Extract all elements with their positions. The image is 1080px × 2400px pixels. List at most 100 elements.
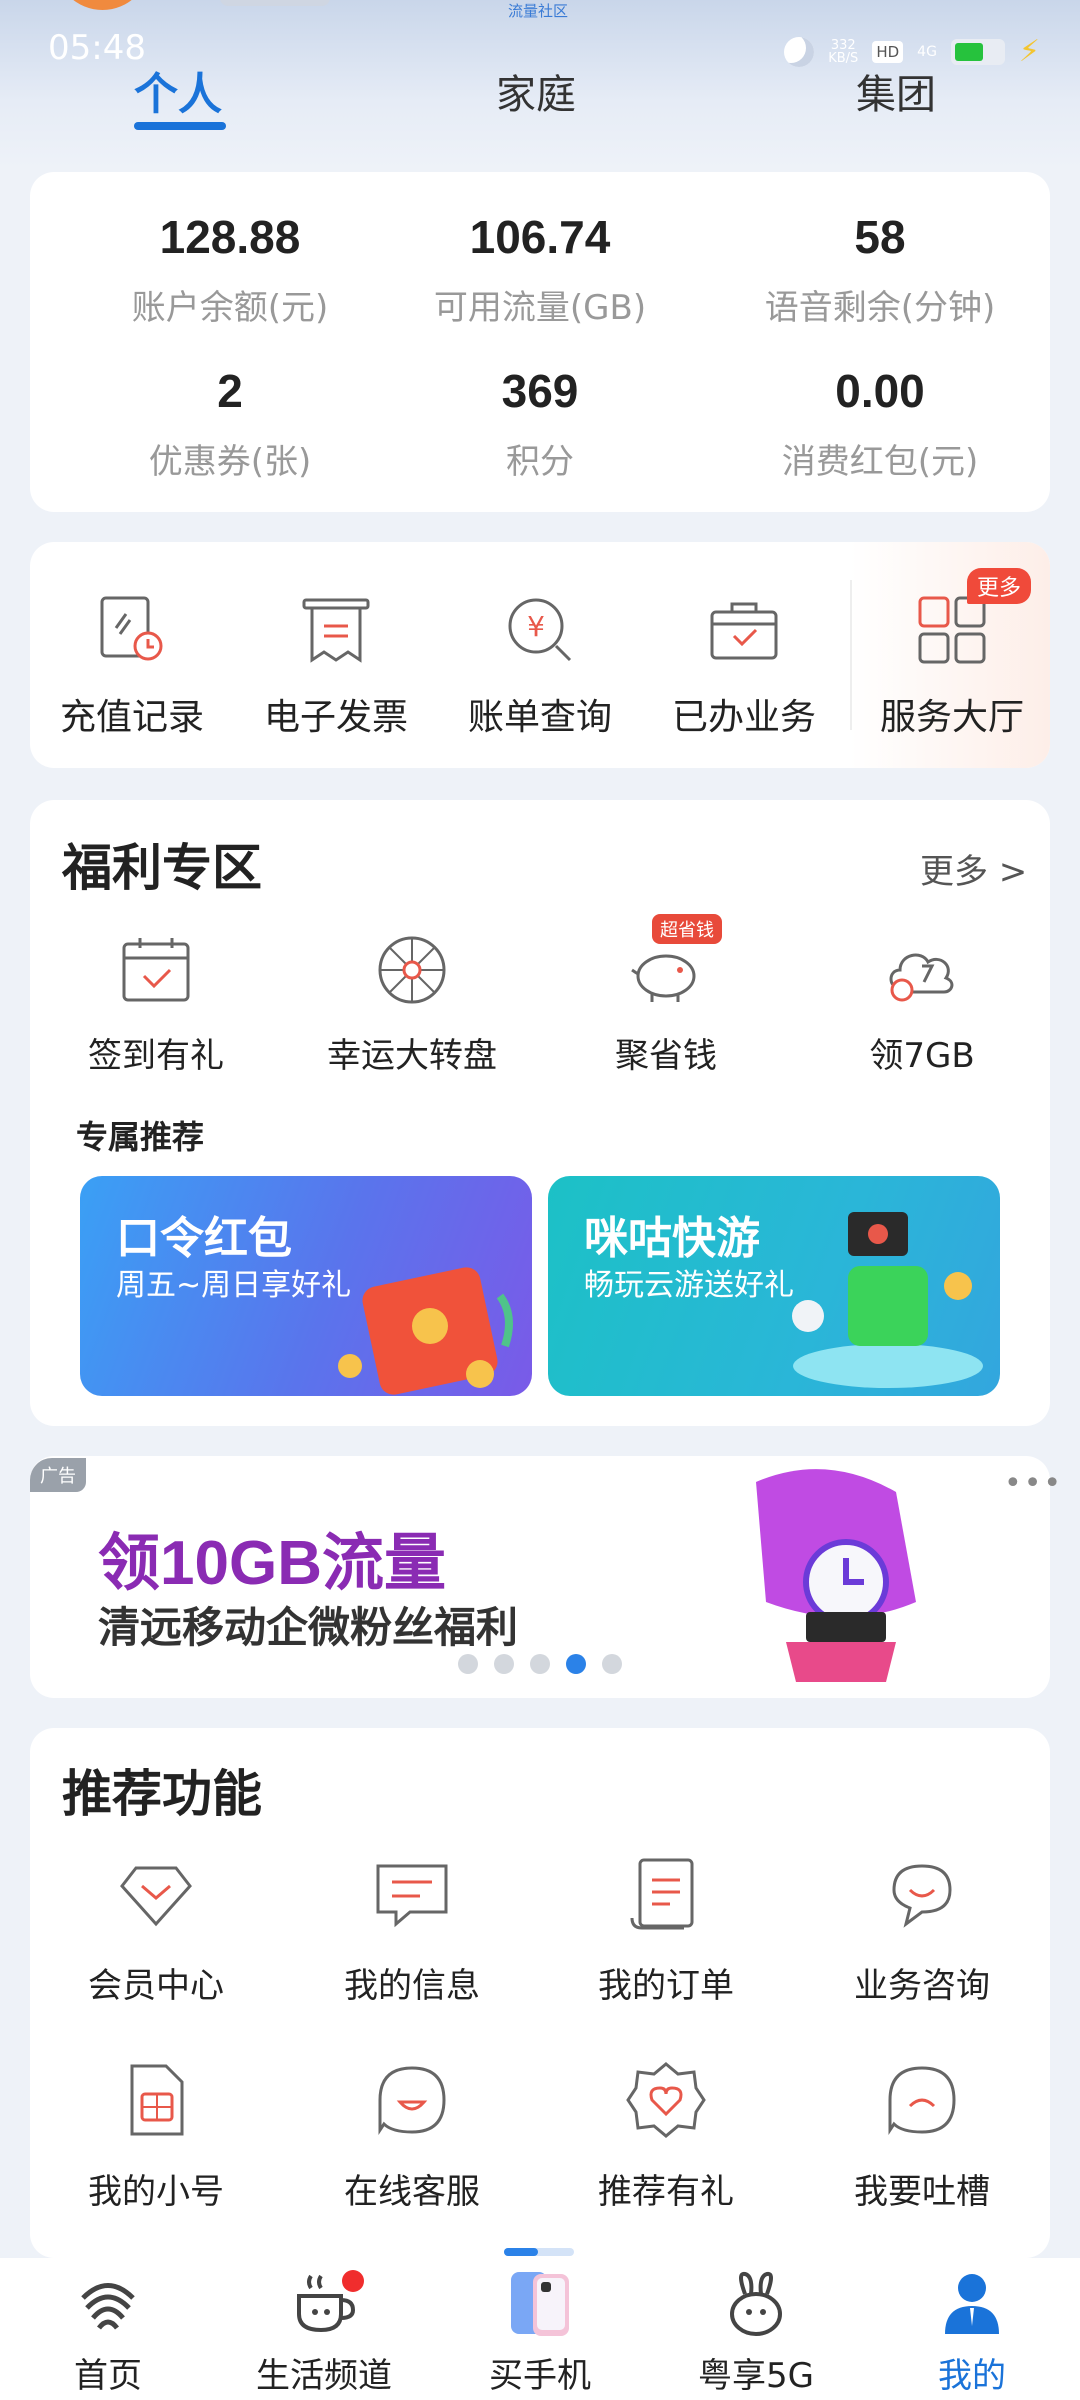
welfare-more-link[interactable]: 更多 > xyxy=(920,844,1027,893)
game-platform-illustration xyxy=(792,1212,983,1388)
rec-label: 我要吐槽 xyxy=(854,2172,990,2212)
welfare-title: 福利专区 xyxy=(62,839,262,897)
quick-action-label: 已办业务 xyxy=(671,697,816,738)
heart-badge-icon xyxy=(624,2058,708,2142)
carousel-dot[interactable] xyxy=(494,1654,514,1674)
stat-coupons[interactable]: 2 优惠券(张) xyxy=(80,364,380,483)
more-options-icon[interactable]: ••• xyxy=(1004,1466,1063,1501)
nav-label: 首页 xyxy=(74,2356,142,2396)
welfare-item-checkin[interactable]: 签到有礼 xyxy=(46,930,266,1077)
stat-points[interactable]: 369 积分 xyxy=(390,364,690,483)
briefcase-icon xyxy=(706,592,782,668)
page-indicator xyxy=(504,2248,574,2256)
rabbit-icon xyxy=(721,2268,791,2338)
quick-action-bill-query[interactable]: ¥ 账单查询 xyxy=(440,592,640,740)
carousel-dot-active[interactable] xyxy=(566,1654,586,1674)
china-mobile-logo-icon xyxy=(73,2268,143,2338)
invoice-icon xyxy=(298,592,374,668)
quick-action-label: 服务大厅 xyxy=(879,697,1024,738)
quick-action-label: 账单查询 xyxy=(467,697,612,738)
welfare-label: 领7GB xyxy=(869,1036,975,1076)
rec-business-consult[interactable]: 业务咨询 xyxy=(812,1852,1032,2007)
rec-my-orders[interactable]: 我的订单 xyxy=(556,1852,776,2007)
member-diamond-icon xyxy=(114,1852,198,1936)
rec-label: 推荐有礼 xyxy=(598,2172,734,2212)
stat-label: 消费红包(元) xyxy=(781,442,979,482)
account-type-tabs: 个人 家庭 集团 xyxy=(0,58,1080,138)
stat-balance[interactable]: 128.88 账户余额(元) xyxy=(80,210,380,329)
phone-icon xyxy=(505,2268,575,2338)
welfare-label: 幸运大转盘 xyxy=(327,1036,497,1076)
header-pill xyxy=(220,0,330,6)
exclusive-title: 专属推荐 xyxy=(76,1118,205,1156)
stat-red-packet[interactable]: 0.00 消费红包(元) xyxy=(730,364,1030,483)
quick-action-label: 电子发票 xyxy=(263,697,408,738)
carousel-dot[interactable] xyxy=(530,1654,550,1674)
rec-my-sub-number[interactable]: 我的小号 xyxy=(46,2058,266,2213)
quick-action-completed-business[interactable]: 已办业务 xyxy=(644,592,844,740)
calendar-check-icon xyxy=(116,930,196,1010)
rec-online-service[interactable]: 在线客服 xyxy=(302,2058,522,2213)
carousel-dot[interactable] xyxy=(602,1654,622,1674)
recharge-record-icon xyxy=(94,592,170,668)
welfare-item-7gb[interactable]: 领7GB xyxy=(812,930,1032,1077)
banner-red-packet[interactable]: 口令红包 周五~周日享好礼 xyxy=(80,1176,532,1396)
quick-action-recharge-record[interactable]: 充值记录 xyxy=(32,592,232,740)
welfare-label: 签到有礼 xyxy=(88,1036,224,1076)
bottom-nav: 首页 生活频道 买手机 粤享5G 我的 xyxy=(0,2258,1080,2400)
stat-label: 语音剩余(分钟) xyxy=(764,288,996,328)
order-icon xyxy=(624,1852,708,1936)
tab-family[interactable]: 家庭 xyxy=(496,62,576,120)
carousel-dot[interactable] xyxy=(458,1654,478,1674)
rec-my-messages[interactable]: 我的信息 xyxy=(302,1852,522,2007)
tab-personal[interactable]: 个人 xyxy=(134,58,222,122)
banner-migu-games[interactable]: 咪咕快游 畅玩云游送好礼 xyxy=(548,1176,1000,1396)
complaint-icon xyxy=(880,2058,964,2142)
stat-value: 369 xyxy=(501,365,579,417)
quick-action-invoice[interactable]: 电子发票 xyxy=(236,592,436,740)
community-label[interactable]: 流量社区 xyxy=(508,0,568,21)
stat-label: 积分 xyxy=(506,442,574,482)
ad-carousel-dots xyxy=(458,1654,622,1674)
quick-action-label: 充值记录 xyxy=(59,697,204,738)
nav-label: 粤享5G xyxy=(698,2356,814,2396)
more-badge: 更多 xyxy=(967,568,1032,604)
recommended-title: 推荐功能 xyxy=(62,1765,262,1823)
stat-data[interactable]: 106.74 可用流量(GB) xyxy=(390,210,690,329)
quick-action-service-hall[interactable]: 服务大厅 xyxy=(852,592,1052,740)
nav-buy-phone[interactable]: 买手机 xyxy=(440,2268,640,2397)
consult-icon xyxy=(880,1852,964,1936)
banner-subtitle: 畅玩云游送好礼 xyxy=(584,1268,794,1303)
ad-tag: 广告 xyxy=(30,1458,86,1492)
stat-value: 58 xyxy=(854,211,906,263)
ad-subtitle: 清远移动企微粉丝福利 xyxy=(98,1603,519,1652)
stat-value: 128.88 xyxy=(159,211,301,263)
stat-value: 2 xyxy=(217,365,243,417)
tab-group[interactable]: 集团 xyxy=(856,62,936,120)
shopping-illustration xyxy=(756,1469,916,1682)
stat-label: 优惠券(张) xyxy=(148,442,312,482)
stat-value: 106.74 xyxy=(469,211,611,263)
rec-label: 我的订单 xyxy=(598,1966,734,2006)
svg-text:¥: ¥ xyxy=(527,610,545,643)
nav-5g[interactable]: 粤享5G xyxy=(656,2268,856,2397)
nav-label: 我的 xyxy=(938,2356,1006,2396)
welfare-item-save-money[interactable]: 聚省钱 xyxy=(556,930,776,1077)
rec-label: 业务咨询 xyxy=(854,1966,990,2006)
welfare-item-lucky-wheel[interactable]: 幸运大转盘 xyxy=(302,930,522,1077)
stat-voice[interactable]: 58 语音剩余(分钟) xyxy=(730,210,1030,329)
nav-home[interactable]: 首页 xyxy=(8,2268,208,2397)
stat-value: 0.00 xyxy=(835,365,925,417)
ad-title: 领10GB流量 xyxy=(98,1529,446,1598)
stat-label: 可用流量(GB) xyxy=(433,288,647,328)
rec-label: 我的信息 xyxy=(344,1966,480,2006)
rec-referral-gift[interactable]: 推荐有礼 xyxy=(556,2058,776,2213)
nav-mine[interactable]: 我的 xyxy=(872,2268,1072,2397)
stat-label: 账户余额(元) xyxy=(131,288,329,328)
rec-feedback[interactable]: 我要吐槽 xyxy=(812,2058,1032,2213)
nav-life-channel[interactable]: 生活频道 xyxy=(224,2268,424,2397)
rec-member-center[interactable]: 会员中心 xyxy=(46,1852,266,2007)
message-icon xyxy=(370,1852,454,1936)
red-packet-illustration xyxy=(338,1267,513,1395)
tab-indicator xyxy=(134,122,226,130)
